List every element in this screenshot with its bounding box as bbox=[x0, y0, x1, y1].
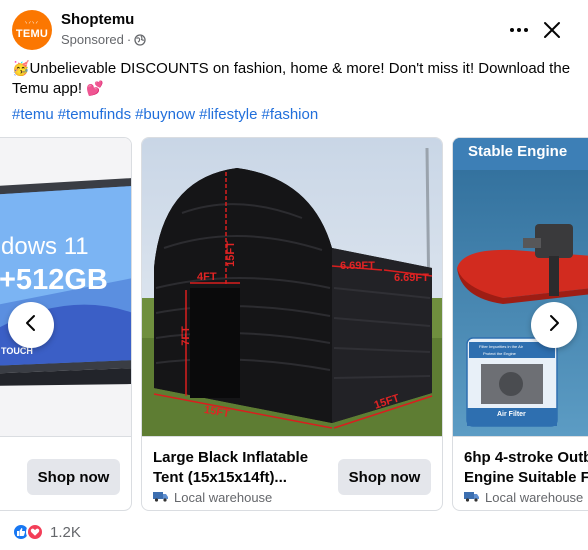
reaction-icons bbox=[12, 522, 48, 542]
image-label-side-a: 6.69FT bbox=[340, 260, 375, 272]
hashtag-link[interactable]: #temu bbox=[12, 106, 54, 123]
image-text-windows: dows 11 bbox=[1, 233, 89, 260]
shop-now-button[interactable]: Shop now bbox=[27, 459, 120, 495]
truck-icon bbox=[464, 490, 480, 505]
shop-now-button[interactable]: Shop now bbox=[338, 459, 431, 495]
image-note-protect: Protect the Engine bbox=[483, 351, 516, 356]
product-title[interactable]: Large Black Inflatable Tent (15x15x14ft)… bbox=[153, 448, 333, 488]
image-header: Stable Engine bbox=[468, 143, 568, 160]
image-label-side-b: 6.69FT bbox=[394, 272, 429, 284]
image-caption: Air Filter bbox=[497, 411, 526, 418]
card-footer: Shop now bbox=[0, 436, 131, 510]
image-label-door-height: 7FT bbox=[179, 326, 192, 346]
more-icon[interactable] bbox=[505, 16, 533, 44]
hashtag-link[interactable]: #buynow bbox=[135, 106, 195, 123]
location-label: Local warehouse bbox=[485, 490, 584, 505]
image-label-door-width: 4FT bbox=[197, 271, 217, 283]
carousel-prev-button[interactable] bbox=[8, 302, 54, 348]
location-label: Local warehouse bbox=[174, 490, 273, 505]
sponsored-row: Sponsored · bbox=[61, 32, 146, 47]
post-text: 🥳Unbelievable DISCOUNTS on fashion, home… bbox=[12, 59, 572, 99]
love-icon bbox=[26, 523, 44, 541]
avatar-logo-text: TEMU bbox=[15, 27, 49, 40]
truck-icon bbox=[153, 490, 169, 505]
location-row: Local warehouse bbox=[464, 490, 583, 505]
page-name[interactable]: Shoptemu bbox=[61, 11, 134, 28]
globe-icon bbox=[134, 33, 146, 46]
sponsored-label[interactable]: Sponsored bbox=[61, 32, 124, 47]
carousel-next-button[interactable] bbox=[531, 302, 577, 348]
avatar-logo-mark: ᐠᐟᐠᐟ bbox=[24, 20, 40, 28]
product-image[interactable]: 15FT 4FT 7FT 6.69FT 6.69FT 15FT 15FT bbox=[142, 138, 442, 436]
separator: · bbox=[126, 32, 132, 47]
close-icon[interactable] bbox=[536, 14, 568, 46]
chevron-left-icon bbox=[24, 314, 38, 337]
card-footer: 6hp 4-stroke Outb Engine Suitable Fo Loc… bbox=[453, 436, 588, 510]
product-image[interactable]: Stable Engine Filter Impurities in the A… bbox=[453, 138, 588, 436]
location-row: Local warehouse bbox=[153, 490, 272, 505]
hearts-emoji-icon: 💕 bbox=[86, 81, 104, 97]
page-avatar[interactable]: ᐠᐟᐠᐟ TEMU bbox=[12, 10, 52, 50]
chevron-right-icon bbox=[547, 314, 561, 337]
reaction-count: 1.2K bbox=[50, 523, 81, 541]
party-face-emoji-icon: 🥳 bbox=[12, 61, 30, 77]
product-title[interactable]: 6hp 4-stroke Outb Engine Suitable Fo bbox=[464, 448, 588, 488]
hashtag-list: #temu #temufinds #buynow #lifestyle #fas… bbox=[12, 106, 318, 123]
carousel-card-tent[interactable]: 15FT 4FT 7FT 6.69FT 6.69FT 15FT 15FT Lar… bbox=[141, 137, 443, 511]
image-note-filter: Filter Impurities in the Air bbox=[479, 344, 524, 349]
reaction-summary[interactable]: 1.2K bbox=[12, 522, 81, 542]
hashtag-link[interactable]: #lifestyle bbox=[199, 106, 257, 123]
hashtag-link[interactable]: #fashion bbox=[261, 106, 318, 123]
product-image[interactable]: dows 11 +512GB TOUCH bbox=[0, 138, 131, 436]
image-label-height: 15FT bbox=[224, 241, 237, 267]
hashtag-link[interactable]: #temufinds bbox=[58, 106, 131, 123]
image-text-storage: +512GB bbox=[0, 264, 108, 296]
post-header: ᐠᐟᐠᐟ TEMU Shoptemu Sponsored · bbox=[12, 10, 576, 50]
card-footer: Large Black Inflatable Tent (15x15x14ft)… bbox=[142, 436, 442, 510]
product-carousel: dows 11 +512GB TOUCH Shop now 15FT 4FT 7… bbox=[0, 137, 588, 513]
